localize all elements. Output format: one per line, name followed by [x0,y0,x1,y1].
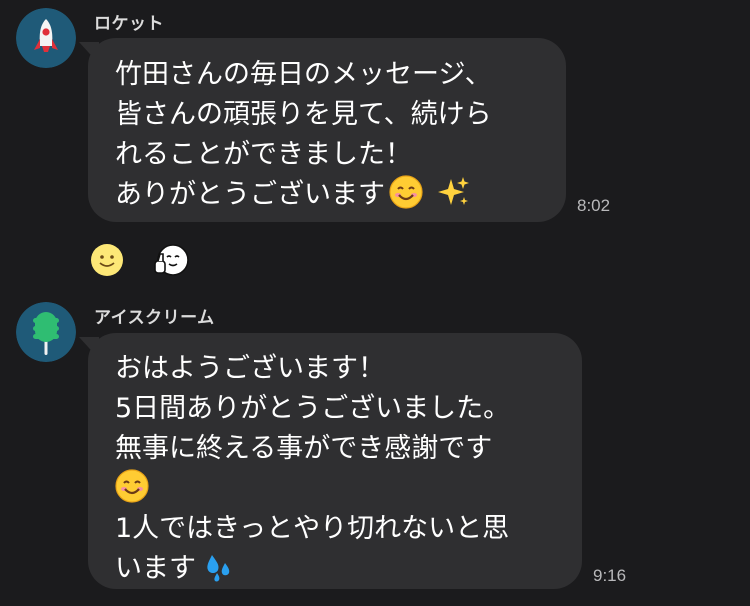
sender-avatar-ice-cream[interactable] [16,302,76,362]
message-line: います [115,553,196,584]
smiling-face-reaction-icon[interactable] [89,242,125,278]
ice-cream-icon [16,302,76,362]
thumbs-up-face-reaction-icon[interactable] [153,242,189,278]
message-line: 無事に終える事ができ感謝です [115,433,493,464]
message-time: 9:16 [593,566,627,585]
message-line: 皆さんの頑張りを見て、続けら [115,99,492,130]
smiling-face-emoji [115,469,149,503]
message-line: ありがとうございます [115,179,385,210]
message-line-with-emoji: ありがとうございます [115,175,546,215]
message-line-with-emoji [115,469,562,509]
sender-name: アイスクリーム [94,308,215,327]
sparkles-emoji [437,175,471,209]
sender-avatar-rocket[interactable] [16,8,76,68]
sender-name: ロケット [94,14,164,33]
chat-view: ロケット 竹田さんの毎日のメッセージ、 皆さんの頑張りを見て、続けら れることが… [0,0,750,606]
rocket-icon [16,8,76,68]
message-line-with-emoji: います [115,549,562,589]
message-bubble[interactable]: 竹田さんの毎日のメッセージ、 皆さんの頑張りを見て、続けら れることができました… [79,38,566,222]
message-line: おはようございます！ [115,353,385,384]
smiling-face-emoji [389,175,423,209]
message-bubble[interactable]: おはようございます！ 5日間ありがとうございました。 無事に終える事ができ感謝で… [79,333,582,589]
message-line: 5日間ありがとうございました。 [115,393,511,424]
message-line: 1人ではきっとやり切れないと思 [115,513,510,544]
sweat-droplets-emoji [200,549,234,583]
message-line: 竹田さんの毎日のメッセージ、 [115,59,492,90]
message-line: れることができました！ [115,139,412,170]
message-time: 8:02 [577,196,611,215]
